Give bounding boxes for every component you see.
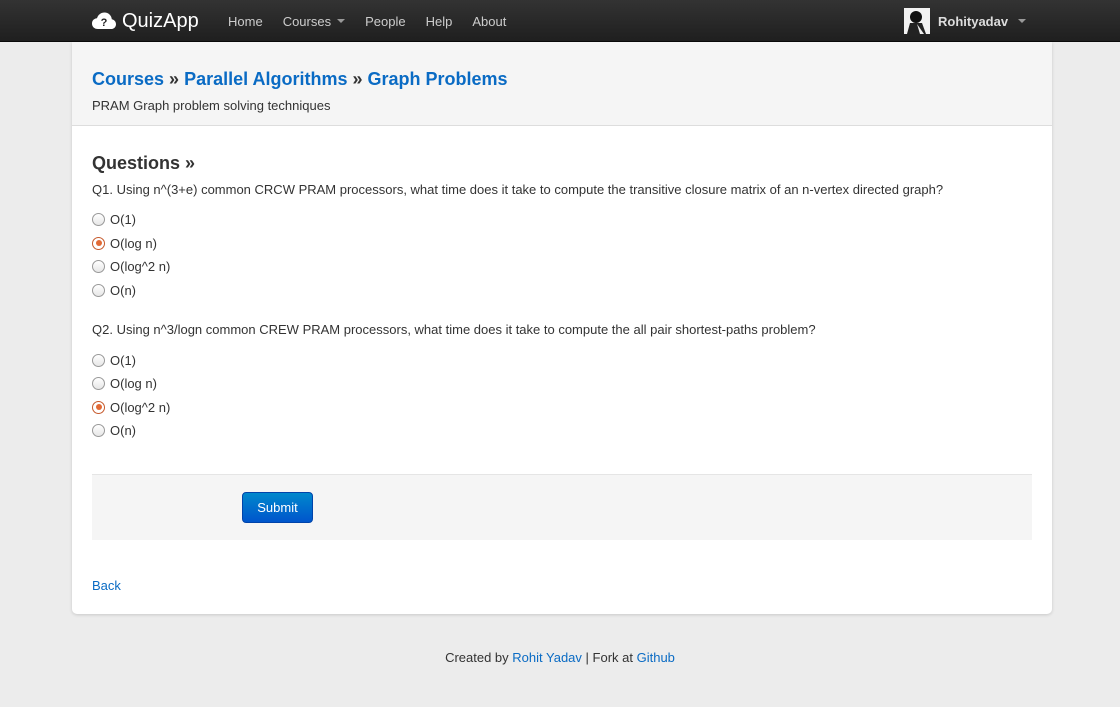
nav-courses-label: Courses — [282, 13, 332, 29]
breadcrumb-course[interactable]: Parallel Algorithms — [184, 69, 347, 89]
main-nav: Home Courses People Help About — [218, 0, 516, 42]
option-label: O(n) — [110, 423, 136, 439]
footer: Created by Rohit Yadav | Fork at Github — [0, 650, 1120, 665]
answer-option[interactable]: O(log^2 n) — [92, 396, 1032, 420]
nav-about-label: About — [472, 13, 507, 29]
radio-button[interactable] — [92, 213, 105, 227]
footer-author-link[interactable]: Rohit Yadav — [512, 650, 582, 665]
page-subtitle: PRAM Graph problem solving techniques — [92, 98, 331, 113]
option-label: O(n) — [110, 283, 136, 299]
footer-fork-text: | Fork at — [585, 650, 633, 665]
option-label: O(log n) — [110, 376, 157, 392]
nav-help[interactable]: Help — [416, 0, 463, 42]
form-actions: Submit — [92, 474, 1032, 540]
main-container: Courses » Parallel Algorithms » Graph Pr… — [72, 42, 1052, 614]
nav-courses[interactable]: Courses — [273, 0, 355, 42]
brand-name: QuizApp — [122, 9, 199, 32]
breadcrumb: Courses » Parallel Algorithms » Graph Pr… — [92, 68, 1032, 90]
answer-options: O(1) O(log n) O(log^2 n) O(n) — [92, 208, 1032, 302]
user-menu[interactable]: Rohityadav — [904, 0, 1027, 42]
submit-button[interactable]: Submit — [242, 492, 313, 523]
option-label: O(1) — [110, 352, 136, 368]
breadcrumb-separator: » — [352, 69, 363, 89]
answer-option[interactable]: O(log n) — [92, 372, 1032, 396]
footer-github-link[interactable]: Github — [637, 650, 675, 665]
question-block: Q1. Using n^(3+e) common CRCW PRAM proce… — [92, 180, 1032, 302]
brand-link[interactable]: ? QuizApp — [92, 7, 199, 35]
answer-option[interactable]: O(1) — [92, 348, 1032, 372]
radio-button[interactable] — [92, 377, 105, 391]
answer-option[interactable]: O(1) — [92, 208, 1032, 232]
avatar — [904, 8, 930, 34]
questions-heading: Questions » — [92, 153, 196, 173]
option-label: O(log^2 n) — [110, 259, 171, 275]
nav-home-label: Home — [228, 13, 263, 29]
cloud-question-icon: ? — [92, 12, 116, 29]
caret-down-icon — [337, 19, 346, 23]
breadcrumb-quiz[interactable]: Graph Problems — [368, 69, 508, 89]
radio-button[interactable] — [92, 353, 105, 367]
top-navbar: ? QuizApp Home Courses People Help About… — [0, 0, 1120, 42]
nav-help-label: Help — [425, 13, 453, 29]
radio-button[interactable] — [92, 400, 105, 414]
answer-option[interactable]: O(n) — [92, 419, 1032, 443]
answer-option[interactable]: O(n) — [92, 279, 1032, 303]
nav-people-label: People — [365, 13, 406, 29]
quiz-content: Questions » Q1. Using n^(3+e) common CRC… — [72, 126, 1052, 443]
nav-about[interactable]: About — [462, 0, 516, 42]
question-text: Q2. Using n^3/logn common CREW PRAM proc… — [92, 322, 816, 338]
page-header: Courses » Parallel Algorithms » Graph Pr… — [72, 42, 1052, 126]
answer-options: O(1) O(log n) O(log^2 n) O(n) — [92, 348, 1032, 442]
radio-button[interactable] — [92, 236, 105, 250]
breadcrumb-courses[interactable]: Courses — [92, 69, 164, 89]
option-label: O(log^2 n) — [110, 399, 171, 415]
footer-created-by: Created by — [445, 650, 509, 665]
option-label: O(log n) — [110, 235, 157, 251]
back-link[interactable]: Back — [92, 578, 121, 593]
nav-home[interactable]: Home — [218, 0, 273, 42]
user-name: Rohityadav — [938, 13, 1009, 29]
radio-button[interactable] — [92, 424, 105, 438]
option-label: O(1) — [110, 212, 136, 228]
nav-people[interactable]: People — [355, 0, 415, 42]
radio-button[interactable] — [92, 284, 105, 298]
svg-text:?: ? — [101, 17, 108, 29]
breadcrumb-separator: » — [169, 69, 180, 89]
answer-option[interactable]: O(log n) — [92, 232, 1032, 256]
question-text: Q1. Using n^(3+e) common CRCW PRAM proce… — [92, 182, 944, 197]
radio-button[interactable] — [92, 260, 105, 274]
caret-down-icon — [1018, 19, 1027, 23]
question-block: Q2. Using n^3/logn common CREW PRAM proc… — [92, 320, 1032, 442]
answer-option[interactable]: O(log^2 n) — [92, 255, 1032, 279]
